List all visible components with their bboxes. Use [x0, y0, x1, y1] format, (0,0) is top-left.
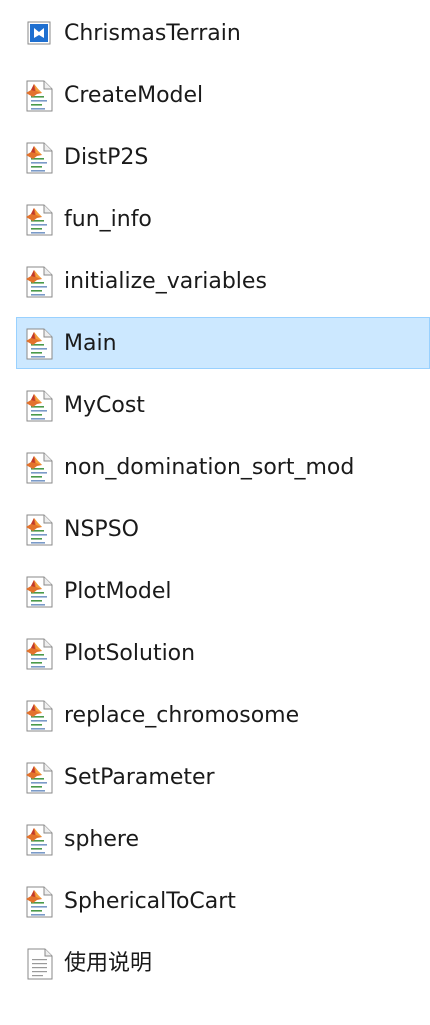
- file-item[interactable]: ChrismasTerrain: [16, 7, 430, 59]
- file-name-label: SphericalToCart: [64, 889, 236, 914]
- file-name-label: non_domination_sort_mod: [64, 455, 355, 480]
- file-name-label: MyCost: [64, 393, 145, 418]
- file-name-label: CreateModel: [64, 83, 204, 108]
- file-item[interactable]: PlotSolution: [16, 627, 430, 679]
- matlab-m-file-icon: [25, 204, 55, 236]
- file-item[interactable]: NSPSO: [16, 503, 430, 555]
- file-item[interactable]: DistP2S: [16, 131, 430, 183]
- matlab-m-file-icon: [25, 142, 55, 174]
- file-name-label: SetParameter: [64, 765, 215, 790]
- matlab-m-file-icon: [25, 390, 55, 422]
- file-item[interactable]: SetParameter: [16, 751, 430, 803]
- file-item[interactable]: fun_info: [16, 193, 430, 245]
- file-item[interactable]: PlotModel: [16, 565, 430, 617]
- file-item[interactable]: SphericalToCart: [16, 875, 430, 927]
- matlab-m-file-icon: [25, 700, 55, 732]
- matlab-m-file-icon: [25, 824, 55, 856]
- file-item[interactable]: CreateModel: [16, 69, 430, 121]
- file-name-label: NSPSO: [64, 517, 139, 542]
- file-name-label: ChrismasTerrain: [64, 21, 241, 46]
- file-item[interactable]: sphere: [16, 813, 430, 865]
- matlab-m-file-icon: [25, 638, 55, 670]
- file-name-label: replace_chromosome: [64, 703, 300, 728]
- matlab-m-file-icon: [25, 80, 55, 112]
- file-name-label: PlotModel: [64, 579, 172, 604]
- matlab-m-file-icon: [25, 266, 55, 298]
- matlab-m-file-icon: [25, 762, 55, 794]
- file-item[interactable]: 使用说明: [16, 937, 430, 989]
- file-item[interactable]: MyCost: [16, 379, 430, 431]
- matlab-figure-icon: [25, 18, 55, 50]
- file-name-label: PlotSolution: [64, 641, 196, 666]
- matlab-m-file-icon: [25, 514, 55, 546]
- matlab-m-file-icon: [25, 576, 55, 608]
- file-item[interactable]: Main: [16, 317, 430, 369]
- file-item[interactable]: initialize_variables: [16, 255, 430, 307]
- file-item[interactable]: replace_chromosome: [16, 689, 430, 741]
- file-name-label: fun_info: [64, 207, 152, 232]
- matlab-m-file-icon: [25, 452, 55, 484]
- file-name-label: DistP2S: [64, 145, 149, 170]
- file-name-label: 使用说明: [64, 951, 153, 976]
- file-name-label: Main: [64, 331, 117, 356]
- matlab-m-file-icon: [25, 328, 55, 360]
- matlab-m-file-icon: [25, 886, 55, 918]
- file-item[interactable]: non_domination_sort_mod: [16, 441, 430, 493]
- file-name-label: sphere: [64, 827, 140, 852]
- text-document-icon: [25, 948, 55, 980]
- file-name-label: initialize_variables: [64, 269, 267, 294]
